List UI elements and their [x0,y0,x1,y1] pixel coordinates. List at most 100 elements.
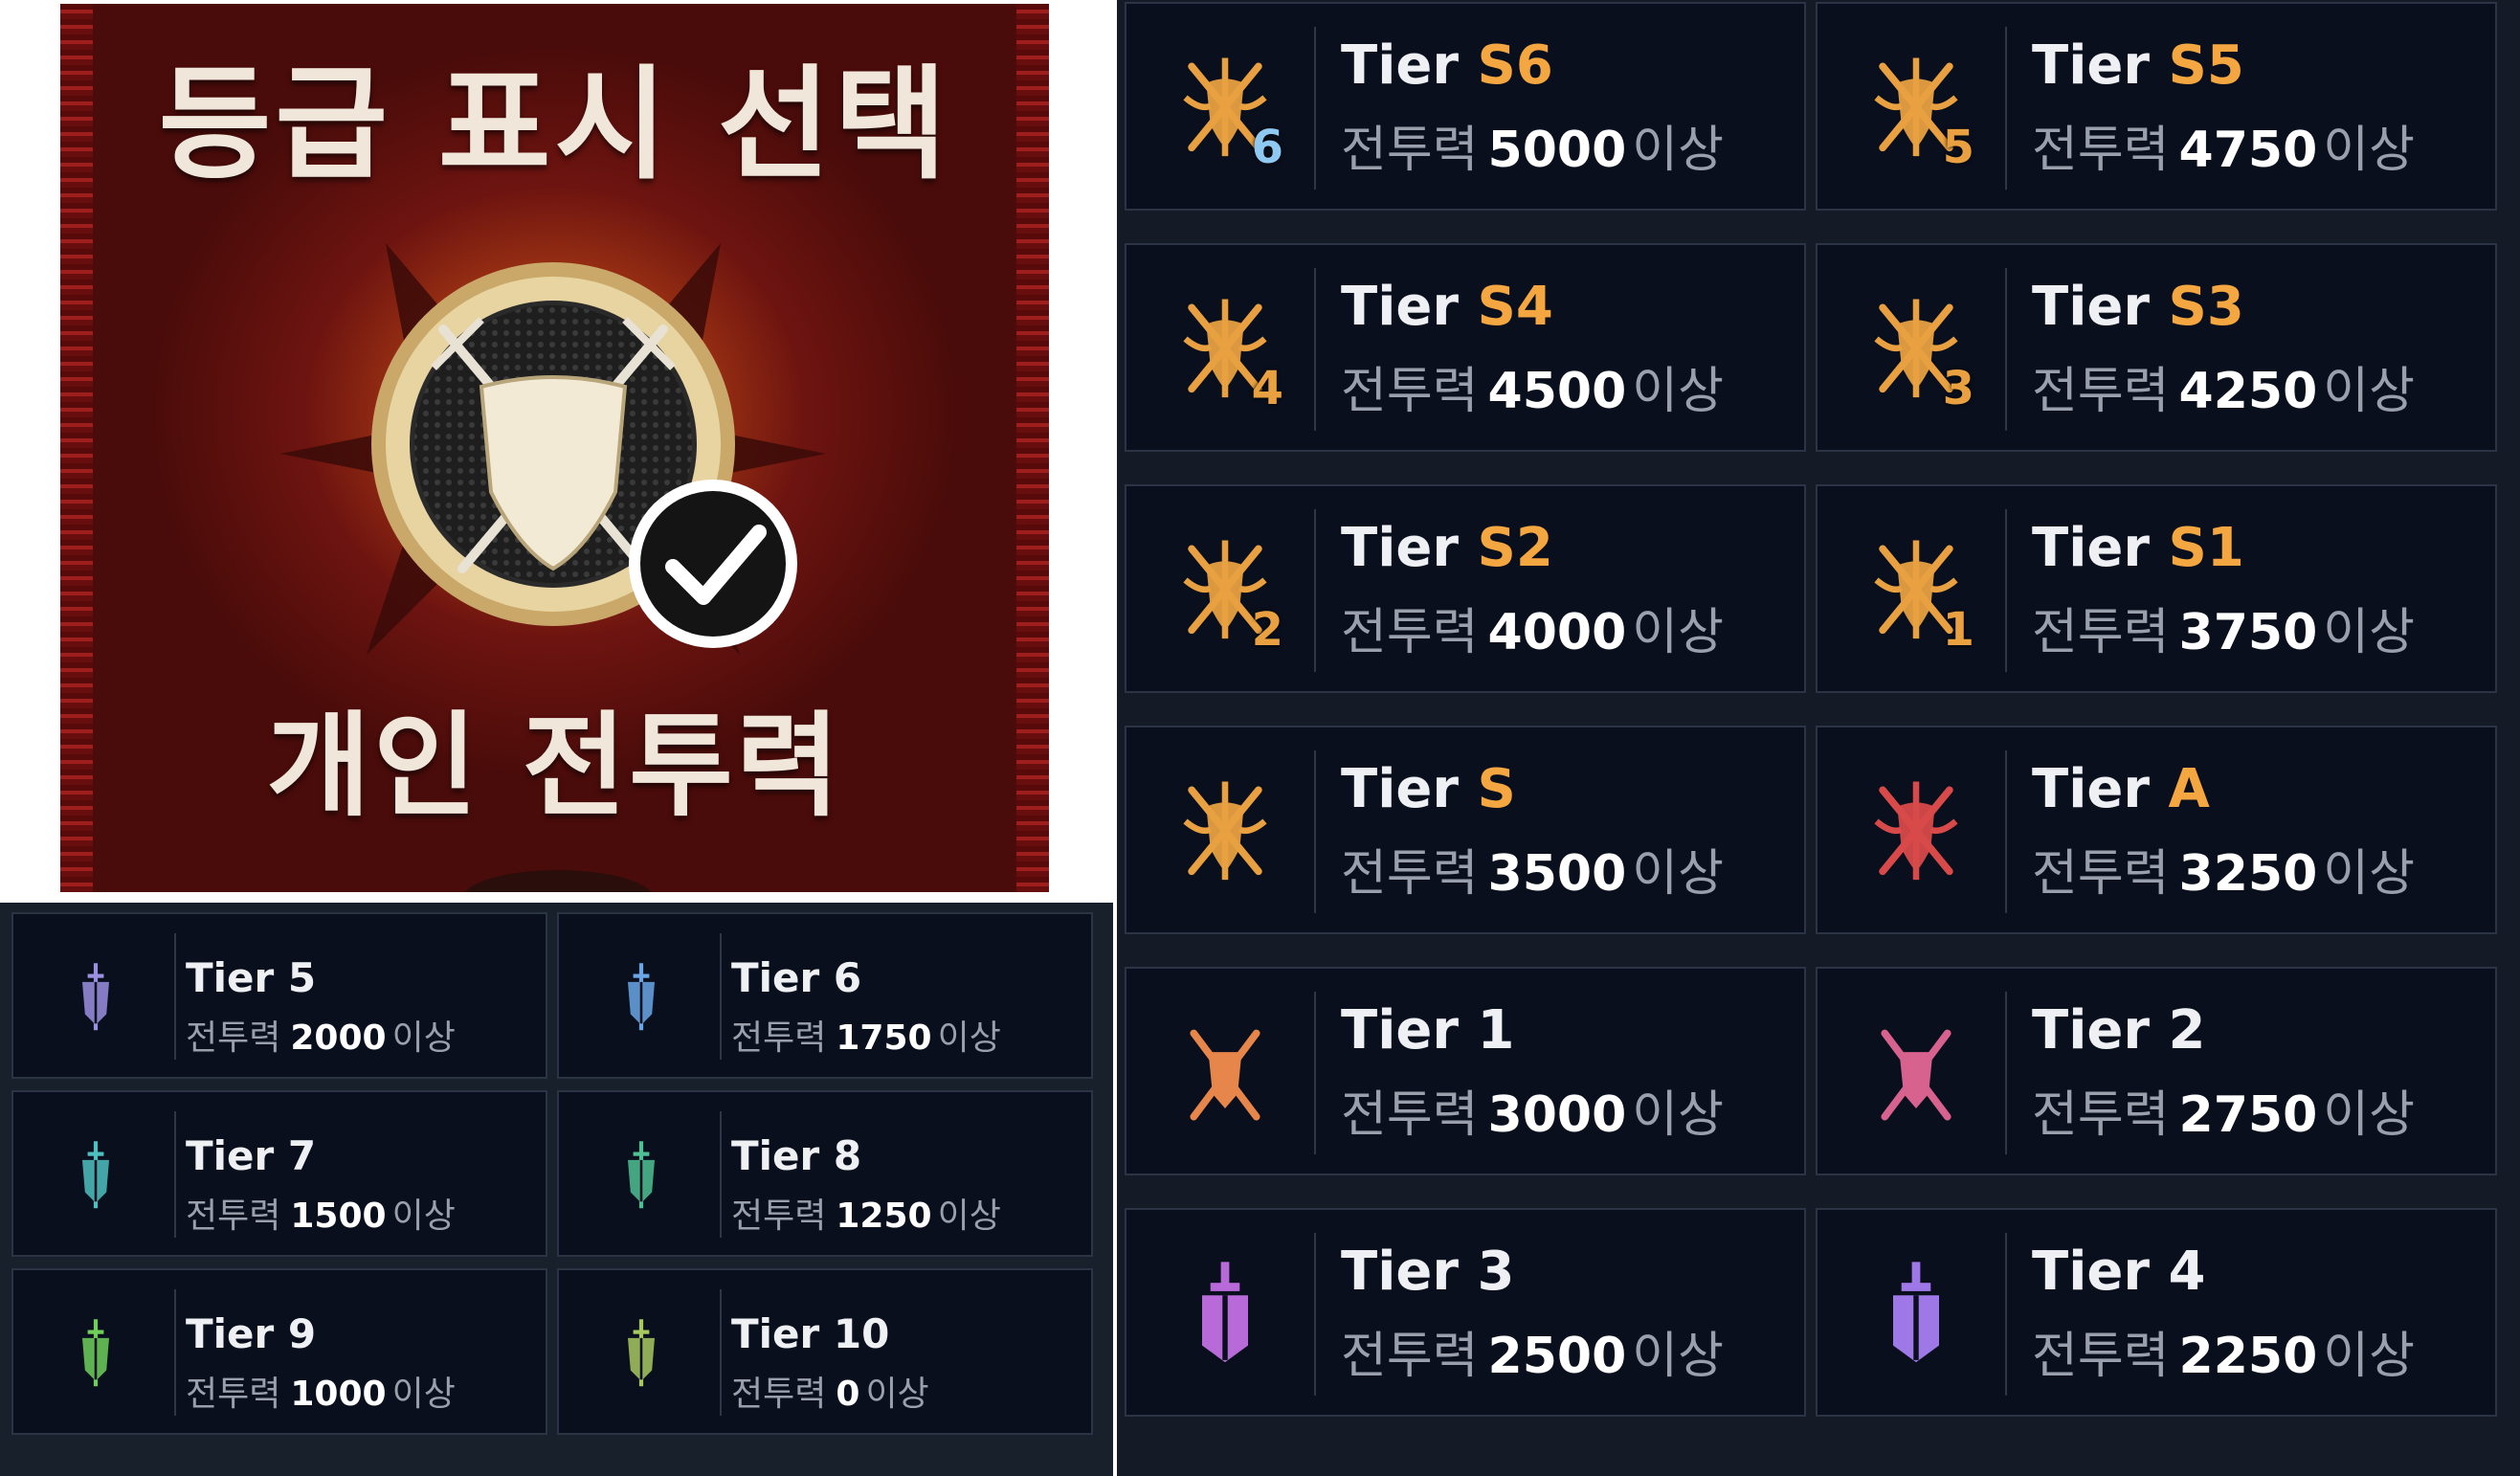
tier-card-s5[interactable]: 5 Tier S5 전투력 4750 이상 [1816,2,2497,211]
power-value: 1500 [290,1196,387,1236]
tier-prefix: Tier [2032,758,2169,820]
tier-prefix: Tier [2032,276,2169,338]
power-suffix: 이상 [1632,122,1724,179]
power-label: 전투력 [1341,1086,1479,1144]
card-divider [1314,268,1316,431]
power-label: 전투력 [1341,604,1479,661]
power-suffix: 이상 [2323,363,2415,420]
tier-title: Tier 4 [2032,1241,2205,1303]
tier-requirement: 전투력 1000 이상 [186,1366,456,1416]
combat-power-emblem-icon[interactable] [271,224,836,674]
tier-prefix: Tier [186,1310,288,1357]
power-value: 1750 [836,1018,932,1058]
tier-s5-icon: 5 [1863,52,1974,174]
tier-title: Tier 2 [2032,999,2205,1062]
power-suffix: 이상 [2323,1328,2415,1385]
tier-requirement: 전투력 3000 이상 [1341,1074,1724,1146]
card-divider [174,933,176,1060]
tier-card-7[interactable]: Tier 7 전투력 1500 이상 [11,1090,547,1257]
power-value: 4000 [1487,604,1627,661]
tier-s6-icon: 6 [1172,52,1283,174]
tier-7-icon [50,1134,142,1217]
power-value: 3500 [1487,845,1627,903]
rank-display-banner: 등급 표시 선택 개인 전투력 [60,4,1049,892]
tier-card-s1[interactable]: 1 Tier S1 전투력 3750 이상 [1816,484,2497,693]
tier-badge-number: 4 [1251,362,1283,415]
tier-title: Tier 1 [1341,999,1514,1062]
tier-grade: S1 [2168,517,2244,579]
tier-grade: 6 [833,954,862,1001]
tier-prefix: Tier [1341,1241,1478,1303]
tier-card-8[interactable]: Tier 8 전투력 1250 이상 [557,1090,1093,1257]
tier-prefix: Tier [1341,517,1478,579]
tier-requirement: 전투력 4250 이상 [2032,350,2415,422]
card-divider [174,1111,176,1238]
tier-badge-number: 1 [1942,603,1974,657]
tier-title: Tier 6 [731,954,861,1001]
card-divider [1314,1233,1316,1396]
tier-card-s4[interactable]: 4 Tier S4 전투력 4500 이상 [1125,243,1806,452]
power-label: 전투력 [2032,122,2170,179]
power-suffix: 이상 [865,1375,929,1414]
tier-card-s[interactable]: Tier S 전투력 3500 이상 [1125,726,1806,934]
tier-a-icon [1863,775,1969,890]
tier-3-icon [1172,1258,1278,1373]
tier-card-s3[interactable]: 3 Tier S3 전투력 4250 이상 [1816,243,2497,452]
tier-s4-icon: 4 [1172,293,1283,415]
tier-4-icon [1863,1258,1969,1373]
power-label: 전투력 [1341,363,1479,420]
power-label: 전투력 [1341,845,1479,903]
tier-title: Tier S1 [2032,517,2244,579]
tier-prefix: Tier [731,1310,834,1357]
tier-card-9[interactable]: Tier 9 전투력 1000 이상 [11,1268,547,1435]
tier-grade: S4 [1477,276,1553,338]
tier-s1-icon: 1 [1863,534,1974,657]
tier-card-a[interactable]: Tier A 전투력 3250 이상 [1816,726,2497,934]
tier-card-10[interactable]: Tier 10 전투력 0 이상 [557,1268,1093,1435]
power-label: 전투력 [731,1375,827,1414]
tier-card-6[interactable]: Tier 6 전투력 1750 이상 [557,912,1093,1079]
tier-card-4[interactable]: Tier 4 전투력 2250 이상 [1816,1208,2497,1417]
tier-9-icon [50,1312,142,1395]
power-suffix: 이상 [391,1018,456,1058]
tier-grade: 8 [833,1132,862,1179]
tier-grade: S6 [1477,34,1553,97]
power-suffix: 이상 [937,1196,1001,1236]
power-value: 1250 [836,1196,932,1236]
tier-grade: 1 [1477,999,1515,1062]
power-value: 2250 [2178,1328,2318,1385]
tier-requirement: 전투력 2000 이상 [186,1010,456,1060]
power-suffix: 이상 [937,1018,1001,1058]
power-label: 전투력 [1341,1328,1479,1385]
tier-requirement: 전투력 0 이상 [731,1366,929,1416]
tier-grade: A [2168,758,2210,820]
card-divider [720,933,722,1060]
tier-grade: S [1477,758,1516,820]
card-divider [2005,27,2007,190]
tier-title: Tier 10 [731,1310,889,1357]
tier-grade: 7 [287,1132,317,1179]
card-divider [2005,1233,2007,1396]
power-label: 전투력 [2032,1328,2170,1385]
tier-card-s2[interactable]: 2 Tier S2 전투력 4000 이상 [1125,484,1806,693]
tier-prefix: Tier [2032,999,2169,1062]
tier-card-5[interactable]: Tier 5 전투력 2000 이상 [11,912,547,1079]
power-suffix: 이상 [1632,845,1724,903]
next-emblem-hint [462,870,654,892]
tier-requirement: 전투력 3750 이상 [2032,592,2415,663]
tier-requirement: 전투력 4500 이상 [1341,350,1724,422]
power-label: 전투력 [2032,363,2170,420]
tier-card-s6[interactable]: 6 Tier S6 전투력 5000 이상 [1125,2,1806,211]
power-suffix: 이상 [391,1375,456,1414]
power-label: 전투력 [731,1018,827,1058]
tier-s3-icon: 3 [1863,293,1974,415]
power-label: 전투력 [186,1196,281,1236]
tier-s2-icon: 2 [1172,534,1283,657]
power-suffix: 이상 [2323,1086,2415,1144]
tier-grade: 5 [287,954,317,1001]
tier-1-icon [1172,1017,1278,1131]
tier-card-2[interactable]: Tier 2 전투력 2750 이상 [1816,967,2497,1175]
power-suffix: 이상 [2323,122,2415,179]
tier-card-1[interactable]: Tier 1 전투력 3000 이상 [1125,967,1806,1175]
tier-card-3[interactable]: Tier 3 전투력 2500 이상 [1125,1208,1806,1417]
